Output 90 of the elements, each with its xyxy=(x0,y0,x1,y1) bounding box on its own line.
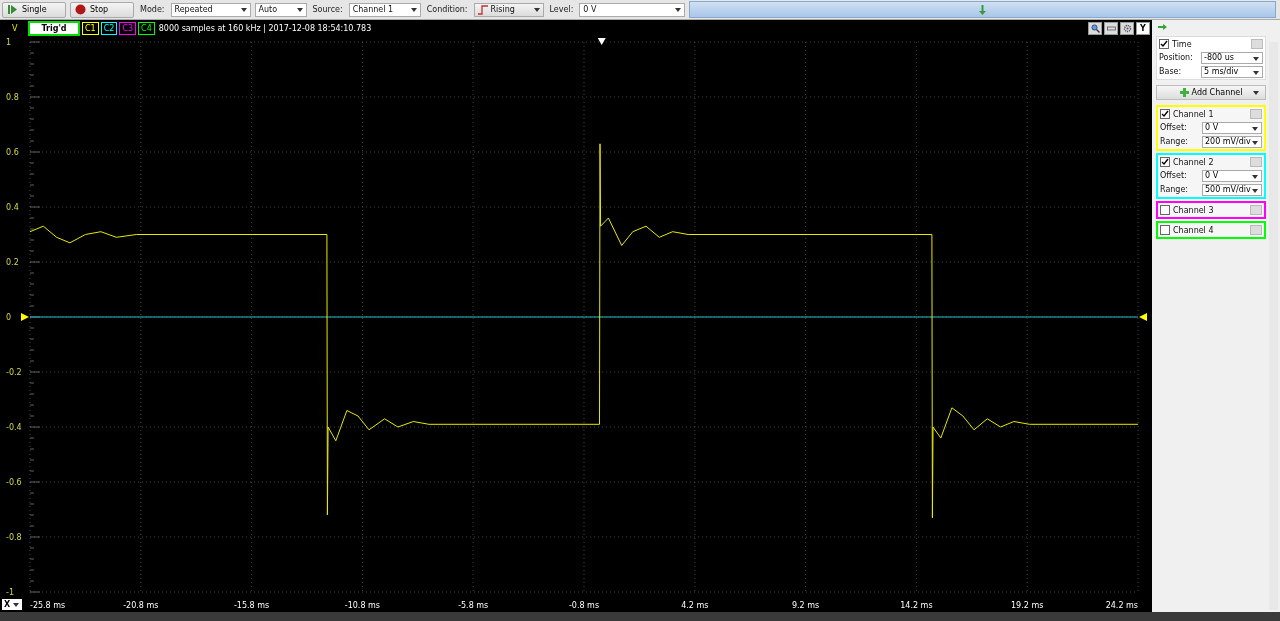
source-dropdown[interactable]: Channel 1 xyxy=(348,2,421,17)
trigger-level-marker[interactable] xyxy=(21,313,29,321)
y-tick-label: -0.6 xyxy=(6,478,22,487)
down-arrow-icon xyxy=(979,4,987,15)
zoom-icon[interactable] xyxy=(1088,21,1102,35)
caret-icon xyxy=(1253,91,1259,95)
mode-dropdown[interactable]: Repeated xyxy=(170,2,251,17)
offset-dropdown[interactable]: 0 V xyxy=(1202,121,1262,134)
y-tick-label: 0.2 xyxy=(6,258,19,267)
x-tick-label: -0.8 ms xyxy=(568,601,600,610)
caret-icon xyxy=(13,602,20,607)
acquisition-info: 8000 samples at 160 kHz | 2017-12-08 18:54:10.783 xyxy=(158,23,372,33)
x-tick-label: 9.2 ms xyxy=(792,601,820,610)
x-tick-label: -5.8 ms xyxy=(458,601,489,610)
source-label: Source: xyxy=(311,5,344,14)
y-tick-label: 1 xyxy=(6,38,12,47)
base-label: Base: xyxy=(1159,67,1183,76)
auto-dropdown[interactable]: Auto xyxy=(254,2,307,17)
stop-icon xyxy=(75,4,86,15)
range-label: Range: xyxy=(1160,137,1190,146)
channel-checkbox[interactable] xyxy=(1160,225,1170,235)
caret-icon xyxy=(1252,126,1258,131)
caret-icon xyxy=(240,7,247,12)
rising-edge-icon xyxy=(477,4,488,15)
x-tick-label: -15.8 ms xyxy=(234,601,270,610)
single-button[interactable]: Single xyxy=(2,1,66,18)
y-unit-label: V xyxy=(12,23,19,33)
caret-icon xyxy=(1252,174,1258,179)
channel-tag[interactable]: C1 xyxy=(82,21,99,35)
x-tick-label: -10.8 ms xyxy=(344,601,380,610)
x-tick-label: 24.2 ms xyxy=(1105,601,1138,610)
condition-label: Condition: xyxy=(425,5,469,14)
trigger-level-marker[interactable] xyxy=(1139,313,1147,321)
channel-tag[interactable]: C3 xyxy=(119,21,137,35)
ruler-icon[interactable] xyxy=(1104,21,1118,35)
caret-icon xyxy=(1252,188,1258,193)
caret-icon xyxy=(1252,140,1258,145)
channel-name: Channel 4 xyxy=(1173,225,1215,235)
range-dropdown[interactable]: 200 mV/div xyxy=(1202,135,1262,148)
caret-icon xyxy=(296,7,303,12)
x-tick-label: -20.8 ms xyxy=(123,601,159,610)
plus-icon xyxy=(1179,88,1189,97)
mode-label: Mode: xyxy=(139,5,166,14)
y-tick-label: 0.6 xyxy=(6,148,19,157)
y-tick-label: 0.8 xyxy=(6,93,19,102)
settings-icon[interactable] xyxy=(1120,21,1134,35)
y-tick-label: -0.2 xyxy=(6,368,22,377)
y-tick-label: -0.4 xyxy=(6,423,22,432)
channel-checkbox[interactable] xyxy=(1160,205,1170,215)
channel-name: Channel 1 xyxy=(1173,109,1215,119)
x-axis-dropdown[interactable]: X xyxy=(2,599,22,610)
time-label: Time xyxy=(1172,39,1193,49)
offset-label: Offset: xyxy=(1160,171,1188,180)
channel-name: Channel 2 xyxy=(1173,157,1215,167)
right-arrow-icon[interactable] xyxy=(1158,24,1167,30)
x-tick-label: 14.2 ms xyxy=(900,601,933,610)
y-tick-label: 0.4 xyxy=(6,203,19,212)
trigger-status: Trig'd xyxy=(28,20,80,36)
caret-icon xyxy=(410,7,417,12)
time-checkbox[interactable] xyxy=(1159,39,1169,49)
y-tick-label: -0.8 xyxy=(6,533,22,542)
caret-icon xyxy=(675,7,682,12)
position-label: Position: xyxy=(1159,53,1194,62)
channel-name: Channel 3 xyxy=(1173,205,1215,215)
channel-tag[interactable]: C4 xyxy=(138,21,155,35)
range-dropdown[interactable]: 500 mV/div xyxy=(1202,183,1262,196)
condition-dropdown[interactable]: Rising xyxy=(473,2,544,17)
range-label: Range: xyxy=(1160,185,1190,194)
caret-icon xyxy=(1253,70,1259,75)
x-tick-label: 4.2 ms xyxy=(681,601,709,610)
caret-icon xyxy=(533,7,540,12)
y-axis-button[interactable]: Y xyxy=(1136,21,1150,35)
add-channel-button[interactable]: Add Channel xyxy=(1156,85,1266,100)
channel-checkbox[interactable] xyxy=(1160,109,1170,119)
x-tick-label: 19.2 ms xyxy=(1011,601,1044,610)
position-dropdown[interactable]: -800 us xyxy=(1201,51,1263,64)
trigger-position-marker[interactable] xyxy=(597,38,606,45)
level-dropdown[interactable]: 0 V xyxy=(579,2,686,17)
offset-dropdown[interactable]: 0 V xyxy=(1202,169,1262,182)
caret-icon xyxy=(1253,56,1259,61)
single-run-icon xyxy=(7,4,18,15)
y-tick-label: 0 xyxy=(6,313,12,322)
x-tick-label: -25.8 ms xyxy=(30,601,66,610)
stop-button[interactable]: Stop xyxy=(70,1,134,18)
base-dropdown[interactable]: 5 ms/div xyxy=(1201,65,1263,78)
offset-label: Offset: xyxy=(1160,123,1188,132)
y-tick-label: -1 xyxy=(6,588,14,597)
level-label: Level: xyxy=(548,5,575,14)
channel-tag[interactable]: C2 xyxy=(100,21,118,35)
channel-checkbox[interactable] xyxy=(1160,157,1170,167)
